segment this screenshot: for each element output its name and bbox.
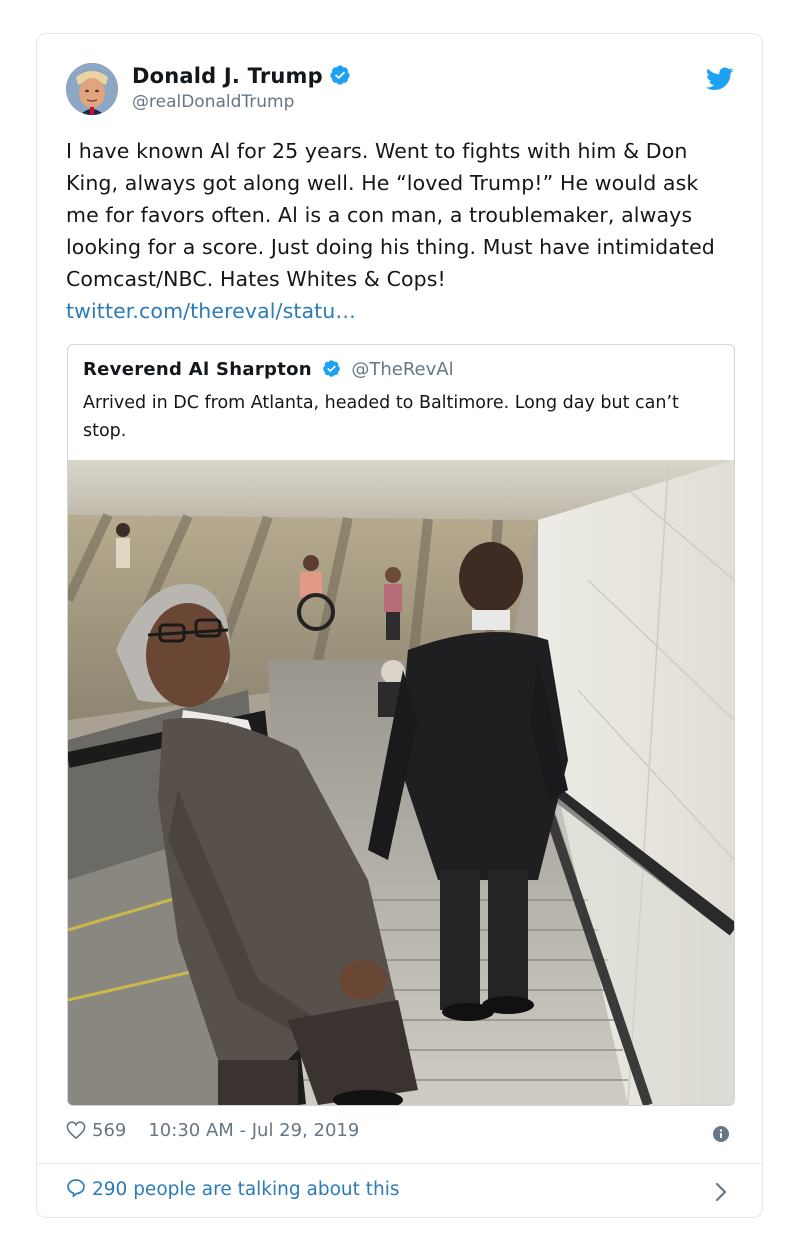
- quoted-tweet-header: Reverend Al Sharpton @TheRevAl: [83, 359, 454, 383]
- tweet-timestamp[interactable]: 10:30 AM - Jul 29, 2019: [148, 1120, 359, 1141]
- conversation-count[interactable]: 290 people are talking about this: [92, 1179, 400, 1200]
- quoted-author-handle[interactable]: @TheRevAl: [351, 359, 453, 380]
- chevron-right-icon[interactable]: [715, 1182, 727, 1202]
- verified-badge-icon: [329, 64, 351, 91]
- conversation-link[interactable]: 290 people are talking about this: [66, 1178, 400, 1203]
- quoted-author-name[interactable]: Reverend Al Sharpton: [83, 359, 312, 380]
- tweet-meta: 569 10:30 AM - Jul 29, 2019: [66, 1120, 359, 1144]
- quoted-tweet[interactable]: Reverend Al Sharpton @TheRevAl Arrived i…: [67, 344, 735, 1106]
- quoted-tweet-text: Arrived in DC from Atlanta, headed to Ba…: [83, 393, 679, 441]
- card-divider: [37, 1163, 762, 1164]
- author-avatar[interactable]: [66, 63, 118, 115]
- info-icon[interactable]: [713, 1126, 729, 1142]
- verified-badge-icon: [322, 359, 341, 383]
- tweet-text: I have known Al for 25 years. Went to fi…: [66, 135, 736, 327]
- tweet-link[interactable]: twitter.com/thereval/statu…: [66, 299, 356, 323]
- tweet-body: I have known Al for 25 years. Went to fi…: [66, 139, 715, 291]
- speech-bubble-icon: [66, 1178, 86, 1203]
- like-count[interactable]: 569: [92, 1120, 126, 1141]
- embedded-tweet-card: Donald J. Trump @realDonaldTrump I have …: [36, 33, 763, 1218]
- twitter-bird-icon[interactable]: [705, 67, 734, 91]
- heart-icon[interactable]: [66, 1121, 86, 1144]
- author-name-text[interactable]: Donald J. Trump: [132, 64, 323, 88]
- author-name[interactable]: Donald J. Trump: [132, 64, 351, 91]
- quoted-tweet-photo[interactable]: [68, 460, 734, 1105]
- author-handle[interactable]: @realDonaldTrump: [132, 92, 294, 112]
